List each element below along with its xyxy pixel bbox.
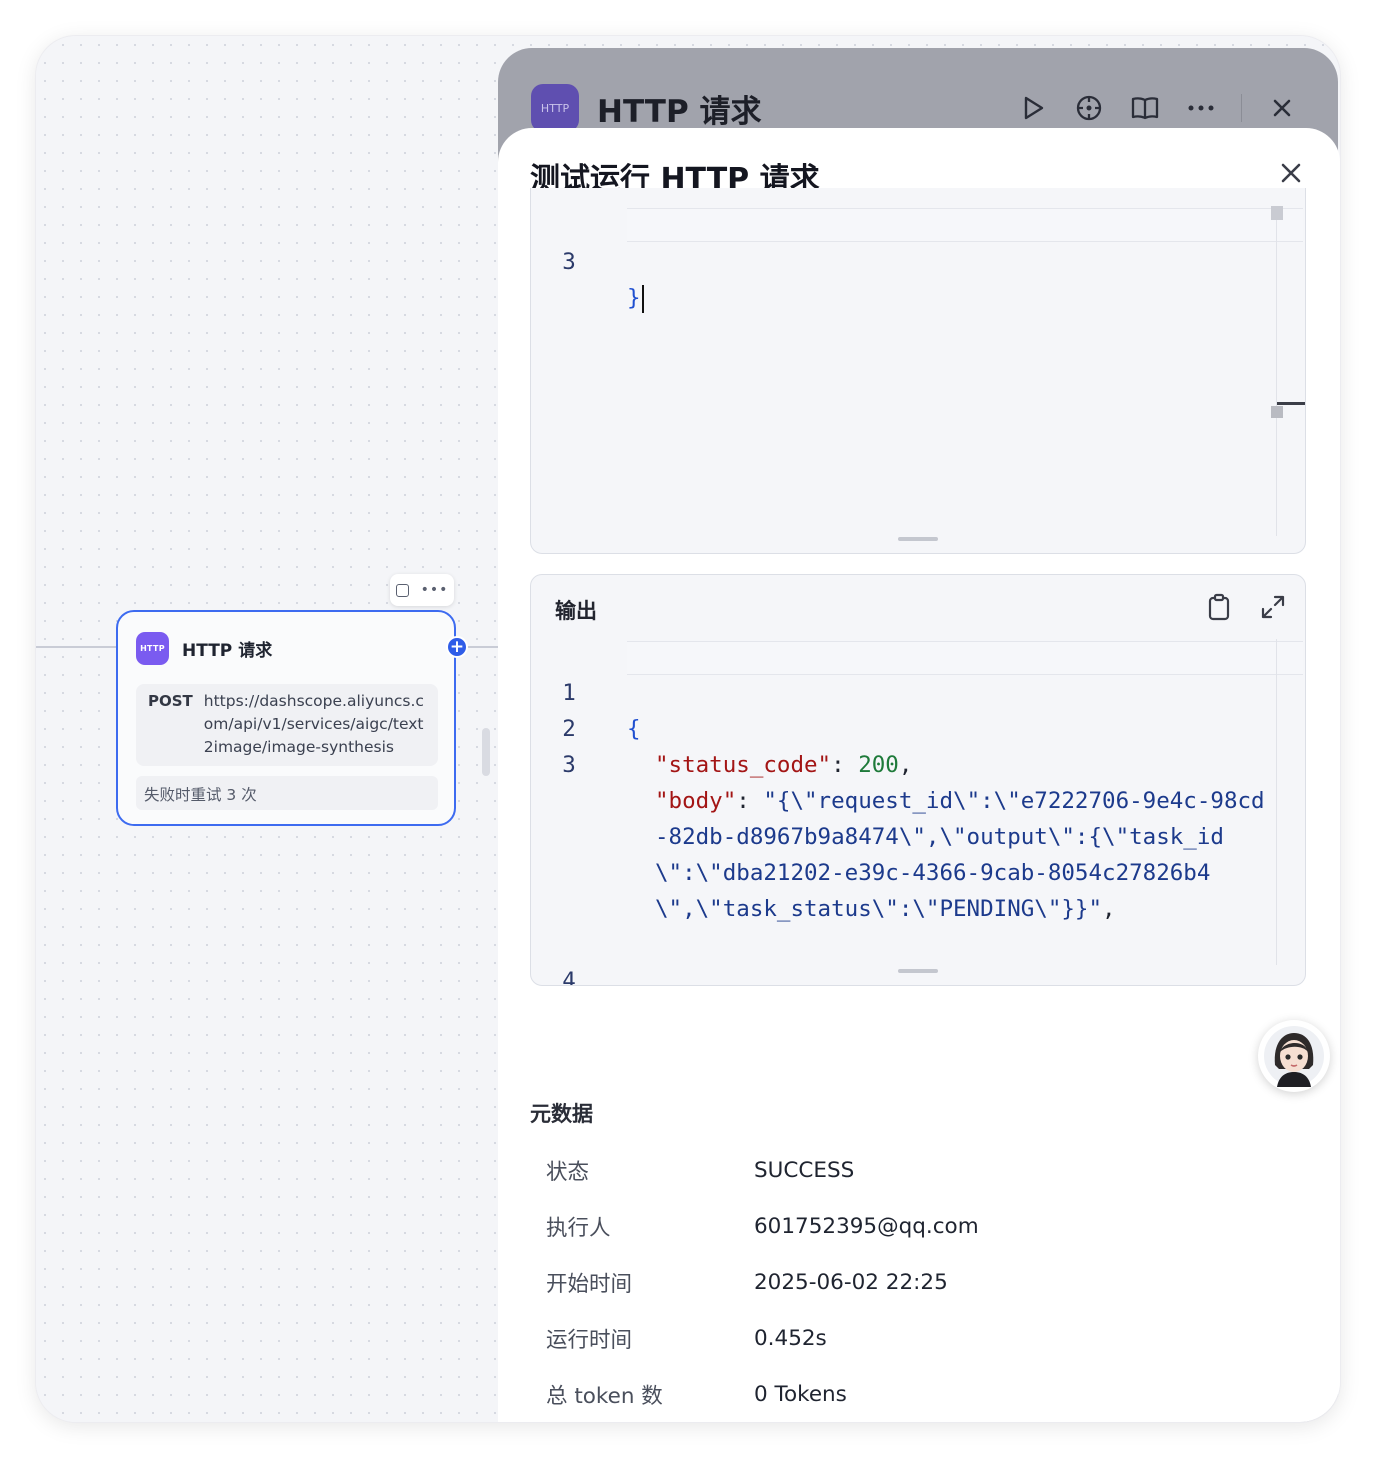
metadata-row: 运行时间 0.452s <box>546 1320 827 1356</box>
more-icon[interactable] <box>1185 92 1217 124</box>
node-request-summary: POST https://dashscope.aliyuncs.com/api/… <box>136 684 438 766</box>
metadata-key: 开始时间 <box>546 1271 633 1297</box>
current-line-highlight <box>627 208 1303 242</box>
current-line-highlight <box>627 641 1303 675</box>
output-label: 输出 <box>555 599 597 623</box>
node-method: POST <box>148 692 193 710</box>
editor-resize-grip[interactable] <box>898 537 938 541</box>
metadata-value: 2025-06-02 22:25 <box>754 1269 948 1295</box>
test-run-sheet: 测试运行 HTTP 请求 3 } 输出 1 {2 "status_code":… <box>498 128 1340 1422</box>
http-icon: HTTP <box>531 84 579 132</box>
code-line: 3 "body": "{\"request_id\":\"e7222706-9e… <box>531 711 1264 927</box>
expand-icon[interactable] <box>1255 589 1291 625</box>
assistant-avatar[interactable] <box>1258 1020 1330 1092</box>
clipboard-icon[interactable] <box>1201 589 1237 625</box>
http-request-node[interactable]: HTTP HTTP 请求 + POST https://dashscope.al… <box>116 610 468 826</box>
editor-actions <box>1201 589 1291 625</box>
metadata-row: 状态 SUCCESS <box>546 1152 854 1188</box>
avatar-icon <box>1264 1026 1324 1087</box>
app-window: ••• HTTP HTTP 请求 + POST https://dashscop… <box>36 36 1340 1422</box>
code-line: 2 "status_code": 200, <box>531 675 912 778</box>
close-icon[interactable] <box>1278 160 1304 186</box>
code-text: "body": "{\"request_id\":\"e7222706-9e4c… <box>655 788 1265 922</box>
line-number: 4 <box>562 968 576 986</box>
code-content: 3 } <box>531 208 666 313</box>
metadata-value: 0 Tokens <box>754 1381 847 1407</box>
book-icon[interactable] <box>1129 92 1161 124</box>
metadata-value: 0.452s <box>754 1325 827 1351</box>
metadata-key: 执行人 <box>546 1215 611 1241</box>
code-line: 4 "headers": { <box>531 927 666 985</box>
metadata-title: 元数据 <box>530 1102 593 1126</box>
panel-resize-handle[interactable] <box>482 728 490 776</box>
select-icon[interactable] <box>395 583 409 597</box>
add-node-icon[interactable]: + <box>446 636 468 658</box>
node-url: https://dashscope.aliyuncs.com/api/v1/se… <box>203 692 424 756</box>
connection-edge-in <box>36 646 116 648</box>
code-text: } <box>627 280 645 316</box>
connection-edge-out <box>464 646 500 648</box>
metadata-row: 总 token 数 0 Tokens <box>546 1376 847 1412</box>
line-number: 3 <box>562 249 576 275</box>
more-icon[interactable]: ••• <box>421 583 449 597</box>
editor-scrollbar[interactable] <box>1276 206 1277 536</box>
node-toolbar: ••• <box>390 574 454 606</box>
editor-resize-grip[interactable] <box>898 969 938 973</box>
panel-toolbar <box>1017 92 1298 124</box>
metadata-key: 状态 <box>546 1159 590 1185</box>
scrollbar-thumb <box>1271 406 1283 418</box>
output-code-editor[interactable]: 输出 1 { 2 "status_code": 200, 3 "body": "… <box>530 574 1306 986</box>
code-line: 3 } <box>531 208 666 313</box>
code-text: "status_code": 200, <box>655 752 913 778</box>
metadata-row: 执行人 601752395@qq.com <box>546 1208 979 1244</box>
node-retry-info: 失败时重试 3 次 <box>136 776 438 810</box>
metadata-row: 开始时间 2025-06-02 22:25 <box>546 1264 948 1300</box>
code-content: 1 { 2 "status_code": 200, 3 "body": "{\"… <box>531 639 1264 985</box>
scrollbar-thumb[interactable] <box>1271 206 1283 220</box>
panel-title: HTTP 请求 <box>597 93 762 130</box>
http-icon: HTTP <box>136 632 169 665</box>
metadata-key: 总 token 数 <box>546 1383 663 1409</box>
scrollbar-marker <box>1277 402 1305 405</box>
node-header: HTTP HTTP 请求 <box>136 632 272 665</box>
metadata-value: SUCCESS <box>754 1157 855 1183</box>
node-title: HTTP 请求 <box>182 641 273 661</box>
metadata-key: 运行时间 <box>546 1327 633 1353</box>
play-icon[interactable] <box>1017 92 1049 124</box>
panel-header: HTTP HTTP 请求 <box>531 84 761 132</box>
line-number: 3 <box>562 752 576 778</box>
code-line: 1 { <box>531 639 666 742</box>
crosshair-icon[interactable] <box>1073 92 1105 124</box>
input-code-editor[interactable]: 3 } <box>530 188 1306 554</box>
close-icon[interactable] <box>1266 92 1298 124</box>
editor-scrollbar[interactable] <box>1276 639 1277 965</box>
toolbar-divider <box>1241 94 1242 122</box>
metadata-value: 601752395@qq.com <box>754 1213 979 1239</box>
